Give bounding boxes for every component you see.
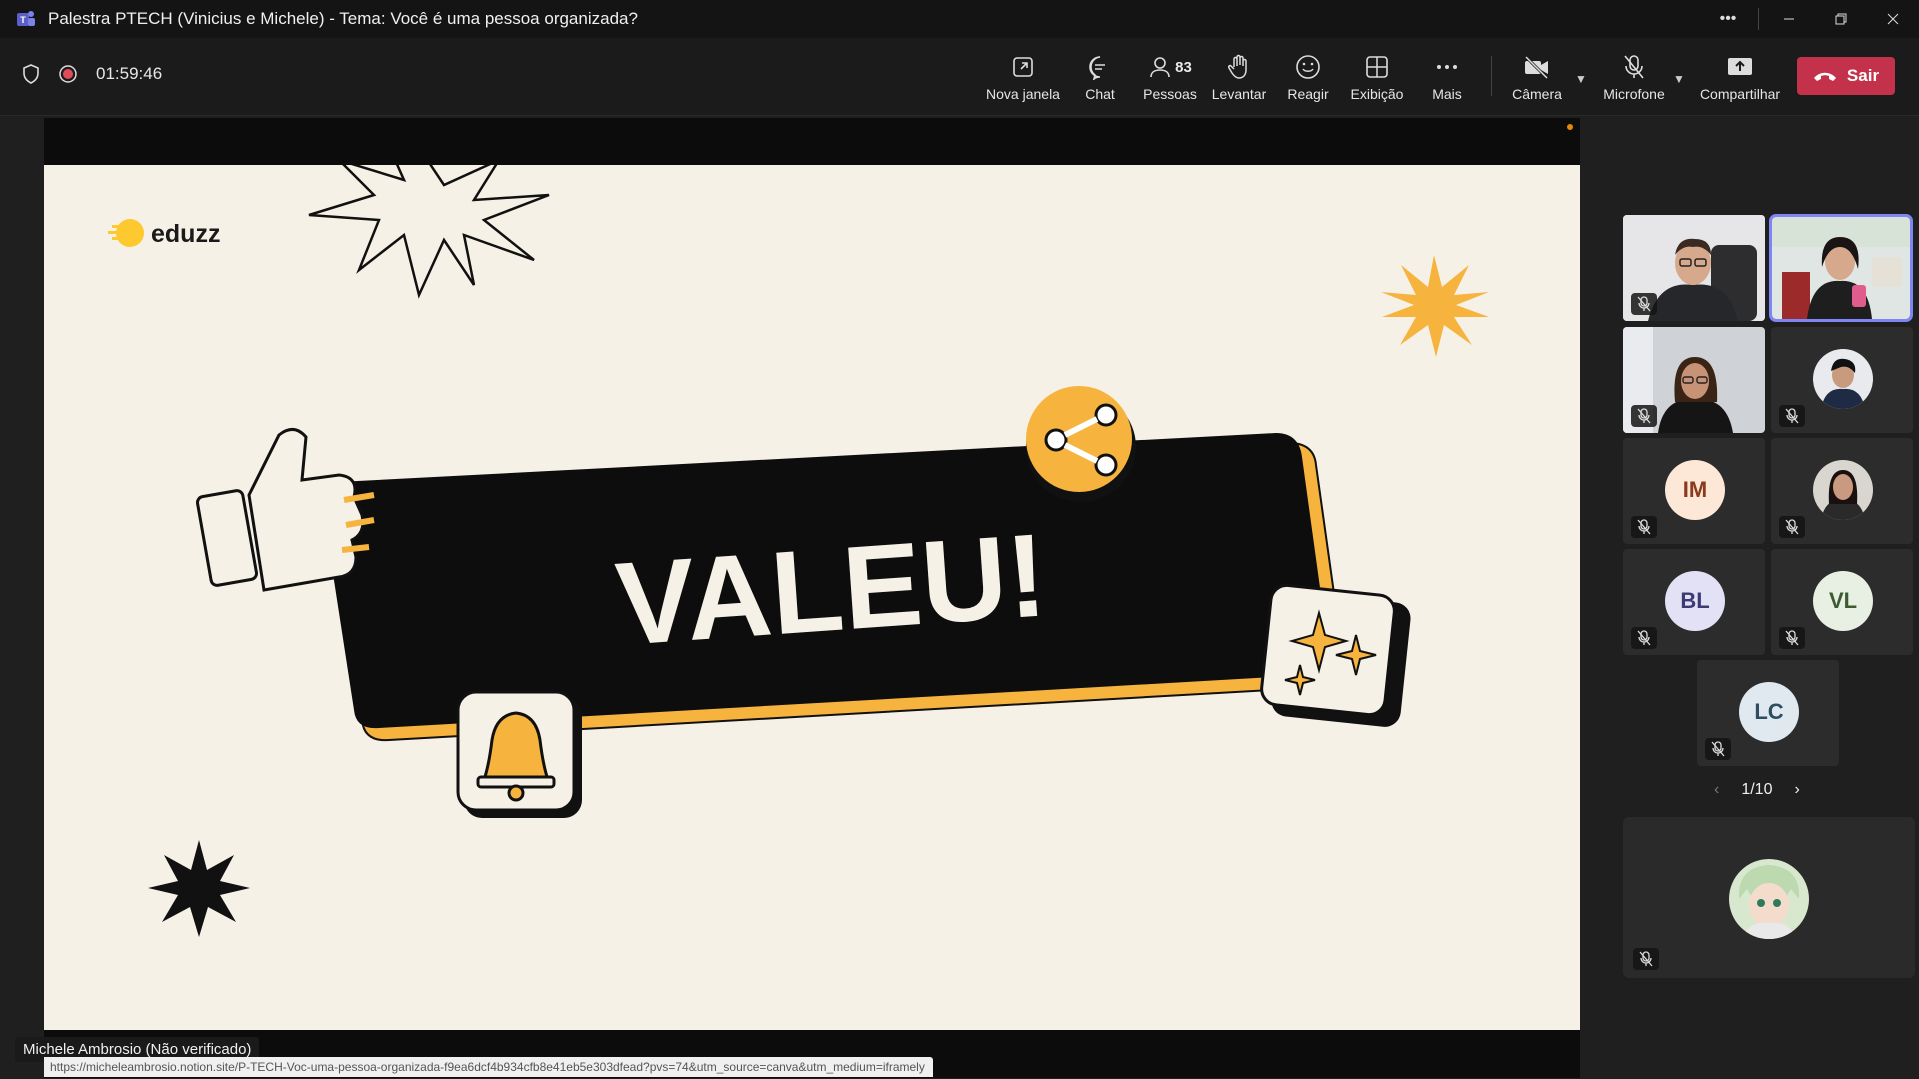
participant-video-tile[interactable] [1623, 327, 1765, 433]
bell-box-icon [456, 690, 582, 818]
recording-icon [59, 65, 77, 83]
meeting-toolbar: 01:59:46 Nova janela Chat 83 Pessoas Lev… [0, 38, 1919, 116]
participant-tile[interactable] [1771, 327, 1913, 433]
status-url-bar: https://micheleambrosio.notion.site/P-TE… [44, 1057, 933, 1077]
leave-button[interactable]: Sair [1797, 57, 1895, 95]
black-star-icon [148, 840, 250, 937]
chat-button[interactable]: Chat [1061, 52, 1139, 102]
orange-star-icon [1381, 255, 1489, 357]
avatar: VL [1813, 571, 1873, 631]
camera-button[interactable]: Câmera [1498, 52, 1576, 102]
view-button[interactable]: Exibição [1338, 52, 1416, 102]
thumbs-up-icon [195, 428, 375, 592]
eduzz-logo: eduzz [108, 219, 220, 248]
shield-icon[interactable] [22, 64, 40, 84]
share-button[interactable]: Compartilhar [1700, 52, 1780, 102]
sparkle-box-icon [1260, 583, 1411, 727]
avatar [1813, 460, 1873, 520]
mic-options-chevron-icon[interactable]: ▼ [1673, 72, 1685, 86]
chat-icon [1089, 56, 1105, 80]
muted-mic-icon [1705, 738, 1731, 760]
mic-off-icon [1624, 55, 1644, 79]
muted-mic-icon [1631, 293, 1657, 315]
muted-mic-icon [1779, 516, 1805, 538]
window-title: Palestra PTECH (Vinicius e Michele) - Te… [48, 9, 638, 28]
participant-tile[interactable]: VL [1771, 549, 1913, 655]
share-circle-icon [1026, 386, 1136, 502]
participant-tile[interactable] [1771, 438, 1913, 544]
people-count: 83 [1175, 58, 1192, 76]
share-screen-icon [1728, 58, 1752, 75]
participant-tile[interactable]: IM [1623, 438, 1765, 544]
participant-tile[interactable]: BL [1623, 549, 1765, 655]
avatar: IM [1665, 460, 1725, 520]
avatar: LC [1739, 682, 1799, 742]
participant-video-tile[interactable] [1623, 215, 1765, 321]
camera-options-chevron-icon[interactable]: ▼ [1575, 72, 1587, 86]
muted-mic-icon [1631, 405, 1657, 427]
avatar: BL [1665, 571, 1725, 631]
restore-button[interactable] [1815, 0, 1867, 38]
self-avatar [1729, 859, 1809, 939]
presentation-slide: VALEU! eduzz [44, 165, 1580, 1030]
minimize-button[interactable] [1763, 0, 1815, 38]
status-dot [1567, 124, 1573, 130]
phone-hangup-icon [1813, 72, 1836, 81]
react-button[interactable]: Reagir [1269, 52, 1347, 102]
people-button[interactable]: 83 Pessoas [1131, 52, 1209, 102]
svg-text:T: T [20, 15, 26, 25]
muted-mic-icon [1631, 627, 1657, 649]
participant-tile[interactable]: LC [1697, 660, 1839, 766]
title-bar: T Palestra PTECH (Vinicius e Michele) - … [0, 0, 1919, 38]
self-view-tile[interactable] [1623, 817, 1915, 978]
muted-mic-icon [1779, 627, 1805, 649]
raise-hand-button[interactable]: Levantar [1200, 52, 1278, 102]
muted-mic-icon [1779, 405, 1805, 427]
next-page-icon[interactable]: › [1794, 781, 1799, 799]
hand-icon [1228, 54, 1247, 79]
more-button[interactable]: Mais [1408, 52, 1486, 102]
teams-logo-icon: T [17, 11, 35, 26]
muted-mic-icon [1633, 948, 1659, 970]
muted-mic-icon [1631, 516, 1657, 538]
participant-video-tile-active-speaker[interactable] [1769, 214, 1913, 322]
ellipsis-icon [1437, 65, 1457, 69]
grid-view-icon [1366, 56, 1388, 78]
more-options-icon[interactable]: ••• [1702, 0, 1754, 38]
participant-video [1772, 217, 1910, 319]
gallery-pager: ‹ 1/10 › [1714, 781, 1800, 799]
new-window-button[interactable]: Nova janela [984, 52, 1062, 102]
close-button[interactable] [1867, 0, 1919, 38]
people-icon [1150, 57, 1170, 78]
page-indicator: 1/10 [1741, 781, 1773, 798]
starburst-outline-icon [308, 165, 550, 299]
avatar [1813, 349, 1873, 409]
meeting-timer: 01:59:46 [96, 64, 163, 83]
eduzz-logo-text: eduzz [151, 220, 220, 248]
microphone-button[interactable]: Microfone [1595, 52, 1673, 102]
camera-off-icon [1524, 55, 1549, 79]
smiley-icon [1296, 55, 1320, 79]
previous-page-icon[interactable]: ‹ [1714, 781, 1719, 799]
popout-icon [1013, 57, 1033, 77]
